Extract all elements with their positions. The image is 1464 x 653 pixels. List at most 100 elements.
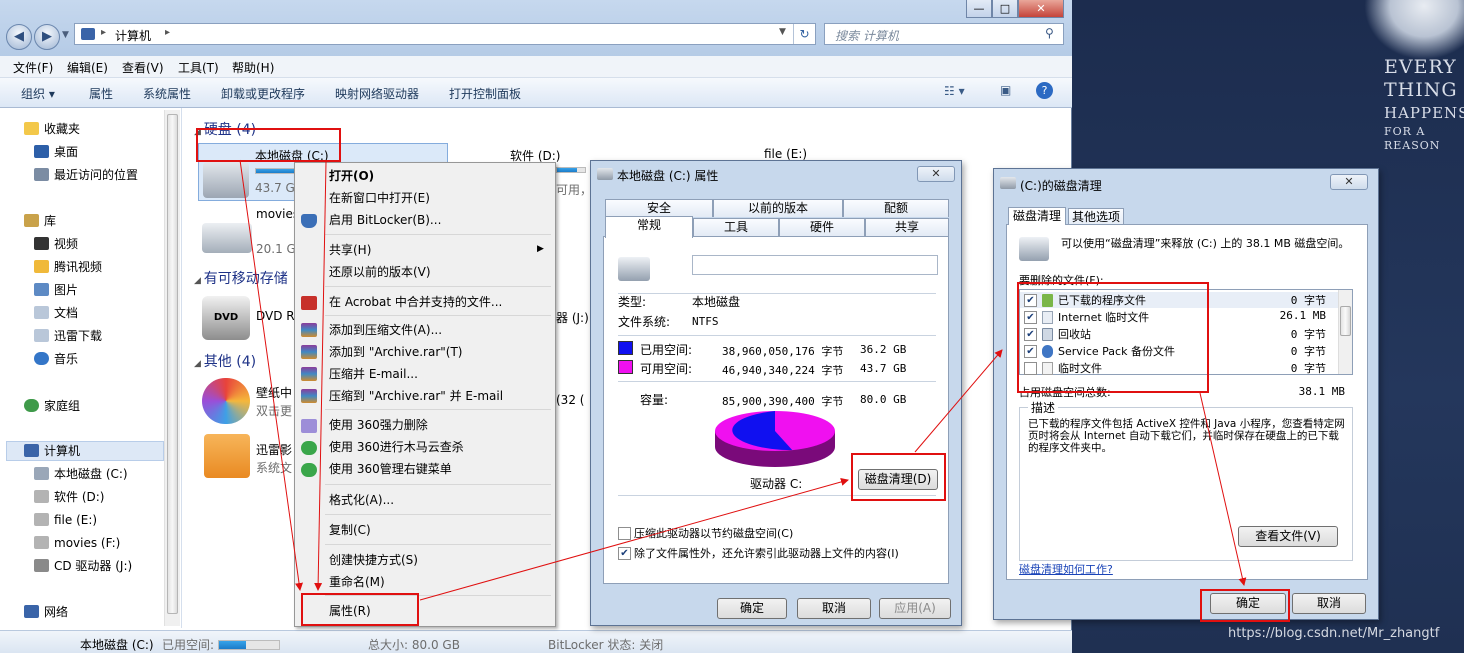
close-icon[interactable]: ✕ xyxy=(917,166,955,182)
nav-music[interactable]: 音乐 xyxy=(34,350,78,368)
ok-button[interactable]: 确定 xyxy=(717,598,787,619)
group-other[interactable]: ◢ 其他 (4) xyxy=(194,351,256,371)
drive-j-name[interactable]: 器 (J:) xyxy=(556,309,589,326)
map-drive-button[interactable]: 映射网络驱动器 xyxy=(335,85,419,102)
history-dropdown-icon[interactable]: ▼ xyxy=(62,30,69,40)
nav-videos[interactable]: 视频 xyxy=(34,235,78,253)
forward-button[interactable]: ▶ xyxy=(34,24,60,50)
tab-security[interactable]: 安全 xyxy=(605,199,713,217)
menu-tools[interactable]: 工具(T) xyxy=(178,59,219,76)
nav-drive-e[interactable]: file (E:) xyxy=(34,511,98,529)
scrollbar-thumb[interactable] xyxy=(167,114,178,614)
menu-item-shortcut[interactable]: 创建快捷方式(S) xyxy=(329,550,418,570)
nav-network[interactable]: 网络 xyxy=(24,603,68,621)
cancel-button[interactable]: 取消 xyxy=(1292,593,1366,614)
compress-checkbox[interactable] xyxy=(618,527,631,540)
menu-item-copy[interactable]: 复制(C) xyxy=(329,520,371,540)
menu-item-share[interactable]: 共享(H) xyxy=(329,240,371,260)
nav-computer[interactable]: 计算机 xyxy=(24,442,80,460)
status-used-label: 已用空间: xyxy=(162,638,215,652)
nav-xunlei[interactable]: 迅雷下载 xyxy=(34,327,102,345)
drive-f-name[interactable]: movies xyxy=(256,207,299,221)
view-files-button[interactable]: 查看文件(V) xyxy=(1238,526,1338,547)
menu-view[interactable]: 查看(V) xyxy=(122,59,164,76)
tab-tools[interactable]: 工具 xyxy=(693,218,779,236)
properties-button[interactable]: 属性 xyxy=(89,85,113,102)
drive-d-usage-bar xyxy=(556,167,586,173)
file-size: 0 字节 xyxy=(1290,294,1326,307)
nav-drive-c[interactable]: 本地磁盘 (C:) xyxy=(34,465,128,483)
wallpaper-item-name[interactable]: 壁纸中 xyxy=(256,384,292,401)
menu-item-open-new-window[interactable]: 在新窗口中打开(E) xyxy=(329,188,430,208)
maximize-button[interactable]: □ xyxy=(992,0,1018,18)
close-icon[interactable]: ✕ xyxy=(1330,174,1368,190)
tab-disk-cleanup[interactable]: 磁盘清理 xyxy=(1008,207,1066,225)
nav-scrollbar[interactable] xyxy=(164,110,180,626)
nav-homegroup[interactable]: 家庭组 xyxy=(24,397,80,415)
tab-sharing[interactable]: 共享 xyxy=(865,218,949,236)
control-panel-button[interactable]: 打开控制面板 xyxy=(449,85,521,102)
menu-item-360-scan[interactable]: 使用 360进行木马云查杀 xyxy=(329,437,464,457)
help-icon[interactable]: ? xyxy=(1036,82,1053,99)
menu-item-compress-rar-email[interactable]: 压缩到 "Archive.rar" 并 E-mail xyxy=(329,386,503,406)
drive-e-name[interactable]: file (E:) xyxy=(764,147,807,161)
system-properties-button[interactable]: 系统属性 xyxy=(143,85,191,102)
nav-drive-d[interactable]: 软件 (D:) xyxy=(34,488,104,506)
menu-item-open[interactable]: 打开(O) xyxy=(329,166,374,186)
cancel-button[interactable]: 取消 xyxy=(797,598,871,619)
menu-edit[interactable]: 编辑(E) xyxy=(67,59,108,76)
used-gb: 36.2 GB xyxy=(860,343,907,356)
tab-previous-versions[interactable]: 以前的版本 xyxy=(713,199,843,217)
drive-letter-label: 驱动器 C: xyxy=(750,477,803,491)
search-icon[interactable]: ⚲ xyxy=(1045,26,1054,40)
list-scrollbar[interactable] xyxy=(1338,290,1352,374)
xunlei-item-name[interactable]: 迅雷影 xyxy=(256,441,292,458)
apply-button[interactable]: 应用(A) xyxy=(879,598,951,619)
preview-pane-icon[interactable]: ▣ xyxy=(1000,83,1011,97)
address-dropdown-icon[interactable]: ▼ xyxy=(779,27,786,37)
tab-quota[interactable]: 配额 xyxy=(843,199,949,217)
windows-drive-icon xyxy=(618,257,650,281)
nav-recent[interactable]: 最近访问的位置 xyxy=(34,166,138,184)
menu-item-360-manage[interactable]: 使用 360管理右键菜单 xyxy=(329,459,452,479)
menu-item-add-archive[interactable]: 添加到压缩文件(A)... xyxy=(329,320,442,340)
tab-hardware[interactable]: 硬件 xyxy=(779,218,865,236)
drive-label-input[interactable] xyxy=(692,255,938,275)
uninstall-button[interactable]: 卸载或更改程序 xyxy=(221,85,305,102)
view-options-icon[interactable]: ☷ ▾ xyxy=(944,84,965,98)
nav-tencent-video[interactable]: 腾讯视频 xyxy=(34,258,102,276)
menu-item-format[interactable]: 格式化(A)... xyxy=(329,490,394,510)
tab-general[interactable]: 常规 xyxy=(605,216,693,238)
organize-button[interactable]: 组织 ▾ xyxy=(21,85,55,102)
address-bar[interactable]: ▸ 计算机 ▸ ▼ ↻ xyxy=(74,23,816,45)
menu-item-compress-email[interactable]: 压缩并 E-mail... xyxy=(329,364,418,384)
menu-item-restore[interactable]: 还原以前的版本(V) xyxy=(329,262,431,282)
nav-library[interactable]: 库 xyxy=(24,212,56,230)
menu-item-acrobat[interactable]: 在 Acrobat 中合并支持的文件... xyxy=(329,292,502,312)
nav-pictures[interactable]: 图片 xyxy=(34,281,78,299)
menu-item-360-delete[interactable]: 使用 360强力删除 xyxy=(329,415,428,435)
file-size: 0 字节 xyxy=(1290,362,1326,375)
video-icon xyxy=(34,237,49,250)
nav-documents[interactable]: 文档 xyxy=(34,304,78,322)
menu-file[interactable]: 文件(F) xyxy=(13,59,53,76)
close-button[interactable]: ✕ xyxy=(1018,0,1064,18)
group-removable[interactable]: ◢ 有可移动存储 xyxy=(194,268,288,288)
nav-favorites[interactable]: 收藏夹 xyxy=(24,120,80,138)
menu-item-bitlocker[interactable]: 启用 BitLocker(B)... xyxy=(329,210,441,230)
menu-item-add-archive-rar[interactable]: 添加到 "Archive.rar"(T) xyxy=(329,342,462,362)
back-button[interactable]: ◀ xyxy=(6,24,32,50)
nav-desktop[interactable]: 桌面 xyxy=(34,143,78,161)
menu-item-rename[interactable]: 重命名(M) xyxy=(329,572,385,592)
help-link[interactable]: 磁盘清理如何工作? xyxy=(1019,561,1113,577)
minimize-button[interactable]: — xyxy=(966,0,992,18)
nav-drive-f[interactable]: movies (F:) xyxy=(34,534,120,552)
search-input[interactable]: 搜索 计算机 ⚲ xyxy=(824,23,1064,45)
nav-drive-j[interactable]: CD 驱动器 (J:) xyxy=(34,557,132,575)
menu-help[interactable]: 帮助(H) xyxy=(232,59,274,76)
index-checkbox[interactable]: ✔ xyxy=(618,547,631,560)
nav-label: file (E:) xyxy=(54,513,98,527)
scrollbar-thumb[interactable] xyxy=(1340,306,1351,336)
refresh-icon[interactable]: ↻ xyxy=(793,24,815,44)
dvd-drive-name[interactable]: DVD R xyxy=(256,309,295,323)
